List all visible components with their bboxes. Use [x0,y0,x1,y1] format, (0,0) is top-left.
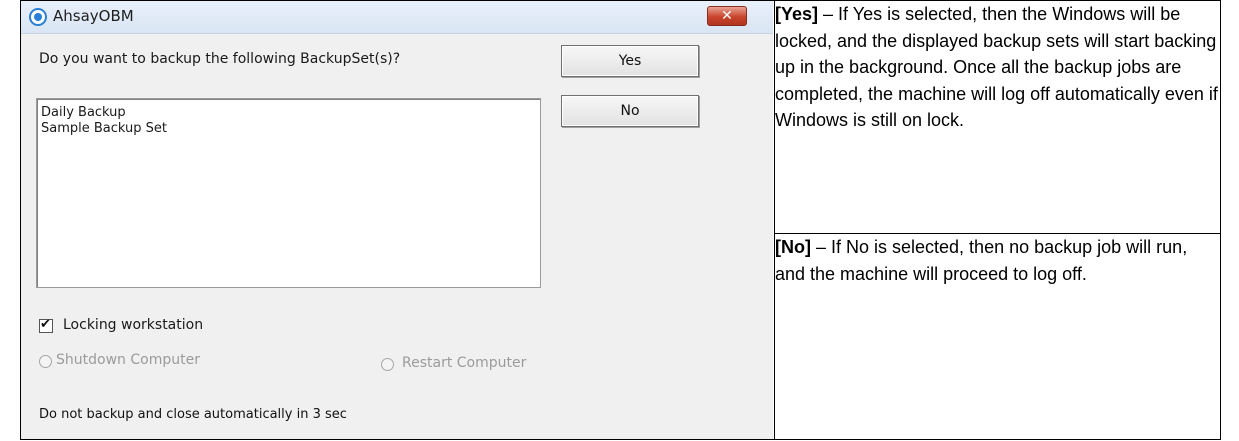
no-term: [No] [775,237,811,257]
close-button[interactable]: ✕ [707,6,747,26]
no-description-cell: [No] – If No is selected, then no backup… [774,233,1221,440]
restart-radio[interactable] [381,358,394,371]
yes-button[interactable]: Yes [561,45,699,77]
list-item[interactable]: Daily Backup [41,105,536,121]
backup-question: Do you want to backup the following Back… [39,51,401,67]
locking-workstation-label: Locking workstation [63,317,204,333]
ahsayobm-dialog: AhsayOBM ✕ Do you want to backup the fol… [21,1,773,439]
title-bar: AhsayOBM ✕ [21,1,773,34]
shutdown-radio[interactable] [39,355,52,368]
yes-term: [Yes] [775,4,819,24]
yes-description: – If Yes is selected, then the Windows w… [775,4,1218,130]
restart-label: Restart Computer [402,355,527,371]
ahsayobm-logo-icon [29,8,47,26]
screenshot-cell: AhsayOBM ✕ Do you want to backup the fol… [20,0,775,440]
close-icon: ✕ [721,8,733,24]
document-table: AhsayOBM ✕ Do you want to backup the fol… [20,0,1221,440]
no-description: – If No is selected, then no backup job … [775,237,1188,284]
dialog-title: AhsayOBM [53,7,134,25]
list-item[interactable]: Sample Backup Set [41,121,536,137]
backup-set-list[interactable]: Daily Backup Sample Backup Set [36,98,541,288]
auto-close-message: Do not backup and close automatically in… [39,407,347,422]
no-button[interactable]: No [561,95,699,127]
locking-workstation-checkbox[interactable] [39,317,53,333]
yes-description-cell: [Yes] – If Yes is selected, then the Win… [774,0,1221,234]
shutdown-label: Shutdown Computer [56,352,200,368]
